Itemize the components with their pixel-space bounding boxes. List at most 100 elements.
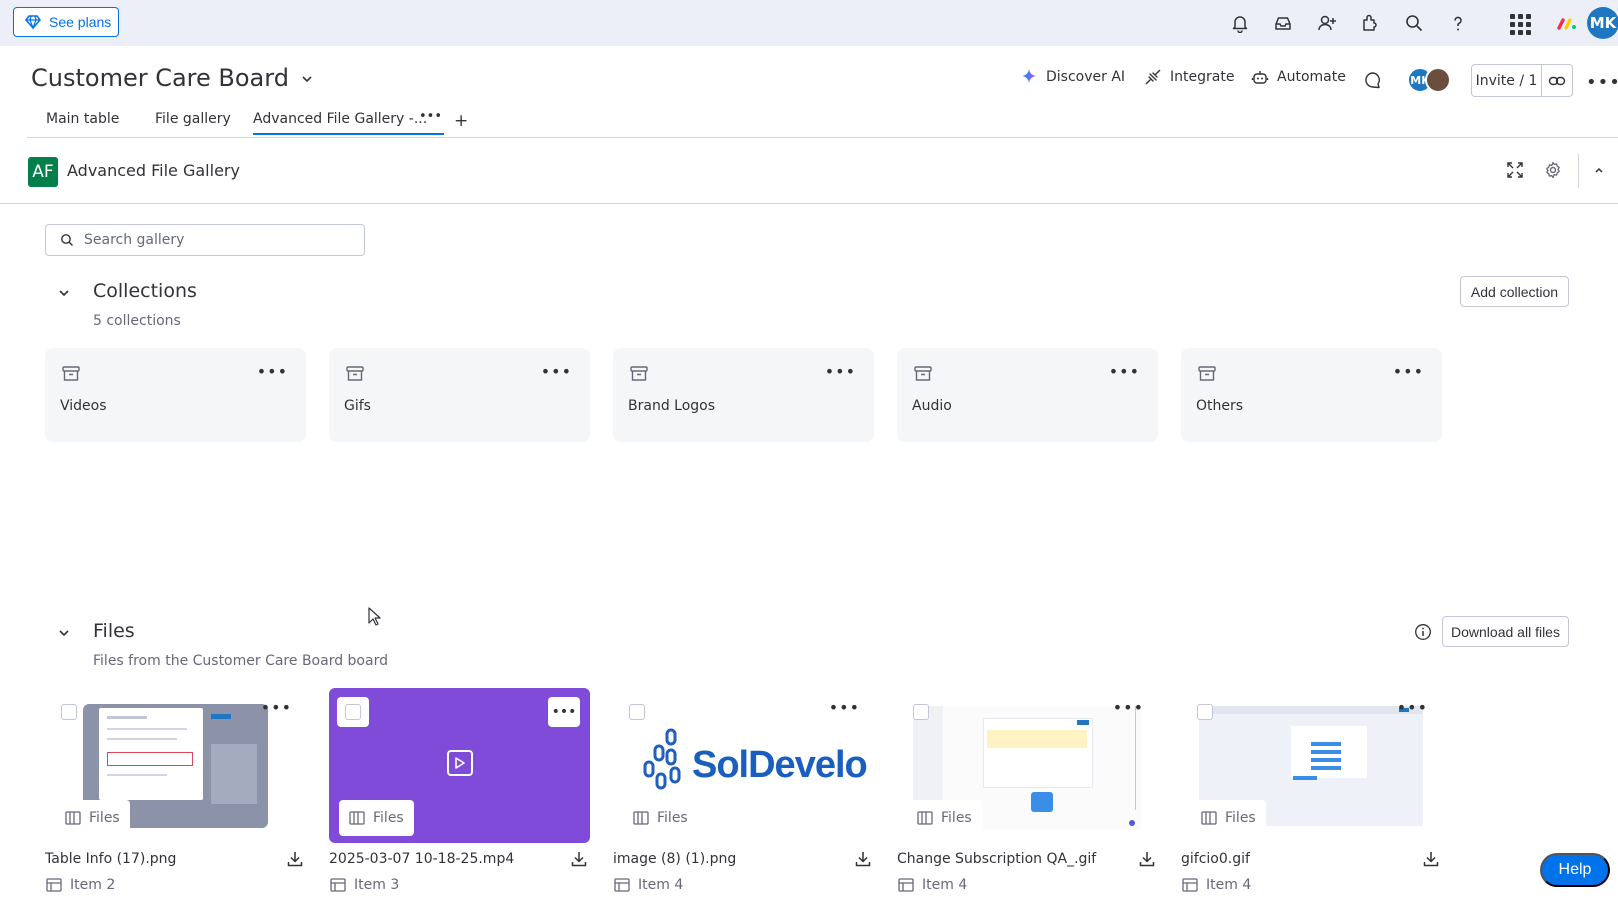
file-item-link[interactable]: Item 4: [898, 877, 967, 893]
files-column-chip: Files: [623, 800, 698, 836]
invite-button[interactable]: Invite / 1: [1472, 65, 1542, 96]
file-more-options-icon[interactable]: •••: [261, 698, 292, 717]
discover-ai-button[interactable]: Discover AI: [1020, 68, 1125, 86]
add-collection-button[interactable]: Add collection: [1460, 276, 1569, 307]
collection-more-options-icon[interactable]: •••: [825, 362, 856, 381]
fullscreen-icon[interactable]: [1506, 161, 1524, 179]
add-view-plus-icon[interactable]: +: [454, 111, 468, 131]
file-card[interactable]: ••• Files: [329, 688, 590, 843]
file-more-options-icon[interactable]: •••: [548, 697, 580, 727]
bell-icon[interactable]: [1228, 11, 1252, 35]
widget-title: Advanced File Gallery: [67, 161, 240, 180]
file-name[interactable]: gifcio0.gif: [1181, 851, 1250, 867]
collection-card[interactable]: ••• Videos: [45, 348, 306, 442]
file-item-link[interactable]: Item 4: [614, 877, 683, 893]
apps-grid-icon[interactable]: [1508, 12, 1532, 36]
tab-main-table[interactable]: Main table: [46, 111, 119, 127]
board-members-avatars[interactable]: MK: [1407, 67, 1455, 95]
board-title[interactable]: Customer Care Board: [31, 64, 289, 92]
file-item-link[interactable]: Item 3: [330, 877, 399, 893]
automate-button[interactable]: Automate: [1251, 68, 1346, 86]
copy-link-icon[interactable]: [1542, 65, 1572, 96]
collapse-chevron-up-icon[interactable]: [1592, 163, 1606, 177]
help-button[interactable]: Help: [1540, 853, 1610, 887]
file-name[interactable]: Change Subscription QA_.gif: [897, 851, 1096, 867]
user-avatar[interactable]: MK: [1587, 7, 1618, 39]
search-gallery-field[interactable]: [45, 224, 365, 256]
collection-card[interactable]: ••• Gifs: [329, 348, 590, 442]
file-select-checkbox[interactable]: [1197, 704, 1213, 720]
settings-gear-icon[interactable]: [1544, 161, 1562, 179]
board-title-chevron-down-icon[interactable]: [300, 72, 314, 86]
download-icon[interactable]: [854, 850, 872, 868]
download-icon[interactable]: [286, 850, 304, 868]
search-icon[interactable]: [1402, 11, 1426, 35]
files-column-chip: Files: [1191, 800, 1266, 836]
file-card[interactable]: SolDevelo ••• Files: [613, 688, 874, 843]
tab-file-gallery[interactable]: File gallery: [155, 111, 231, 127]
item-icon: [898, 878, 914, 892]
collection-name: Brand Logos: [628, 398, 716, 414]
soldevelo-logo-mark: [643, 728, 687, 792]
collection-name: Gifs: [344, 398, 371, 414]
monday-logo[interactable]: [1556, 13, 1578, 33]
search-gallery-input[interactable]: [84, 232, 334, 248]
integrate-button[interactable]: Integrate: [1144, 68, 1234, 86]
archive-box-icon: [913, 364, 933, 384]
tab-more-options-icon[interactable]: •••: [419, 109, 442, 124]
help-icon[interactable]: [1446, 11, 1470, 35]
file-more-options-icon[interactable]: •••: [829, 698, 860, 717]
download-all-files-button[interactable]: Download all files: [1442, 616, 1569, 647]
see-plans-button[interactable]: See plans: [13, 7, 119, 37]
file-name[interactable]: image (8) (1).png: [613, 851, 736, 867]
collection-card[interactable]: ••• Others: [1181, 348, 1442, 442]
file-card[interactable]: ••• Files: [897, 688, 1158, 843]
board-more-options-icon[interactable]: •••: [1586, 72, 1618, 93]
file-more-options-icon[interactable]: •••: [1397, 698, 1428, 717]
collection-more-options-icon[interactable]: •••: [257, 362, 288, 381]
archive-box-icon: [345, 364, 365, 384]
member-avatar-photo: [1425, 67, 1451, 93]
file-more-options-icon[interactable]: •••: [1113, 698, 1144, 717]
file-name[interactable]: Table Info (17).png: [45, 851, 176, 867]
chat-bubble-icon[interactable]: [1364, 71, 1382, 89]
file-name[interactable]: 2025-03-07 10-18-25.mp4: [329, 851, 514, 867]
integrate-icon: [1144, 68, 1162, 86]
collection-more-options-icon[interactable]: •••: [541, 362, 572, 381]
download-icon[interactable]: [1422, 850, 1440, 868]
file-select-checkbox[interactable]: [345, 704, 361, 720]
invite-members-icon[interactable]: [1315, 11, 1339, 35]
tab-advanced-file-gallery[interactable]: Advanced File Gallery -...: [253, 111, 427, 127]
collection-card[interactable]: ••• Brand Logos: [613, 348, 874, 442]
file-item-link[interactable]: Item 4: [1182, 877, 1251, 893]
archive-box-icon: [629, 364, 649, 384]
download-icon[interactable]: [1138, 850, 1156, 868]
apps-icon[interactable]: [1358, 11, 1382, 35]
file-card[interactable]: ••• Files: [45, 688, 306, 843]
sparkle-icon: [1020, 68, 1038, 86]
file-select-checkbox-wrap: [337, 697, 369, 727]
download-icon[interactable]: [570, 850, 588, 868]
info-icon[interactable]: [1414, 623, 1432, 641]
file-select-checkbox[interactable]: [61, 704, 77, 720]
item-icon: [614, 878, 630, 892]
files-subtitle: Files from the Customer Care Board board: [93, 653, 388, 669]
file-select-checkbox[interactable]: [913, 704, 929, 720]
collections-title: Collections: [93, 280, 197, 302]
files-column-icon: [917, 811, 933, 825]
file-card[interactable]: ••• Files: [1181, 688, 1442, 843]
active-tab-indicator: [253, 133, 444, 135]
inbox-icon[interactable]: [1271, 11, 1295, 35]
files-column-icon: [633, 811, 649, 825]
search-icon: [60, 233, 74, 247]
files-column-chip: Files: [907, 800, 982, 836]
files-collapse-chevron-icon[interactable]: [57, 626, 71, 640]
file-select-checkbox[interactable]: [629, 704, 645, 720]
see-plans-label: See plans: [49, 14, 112, 30]
files-column-icon: [349, 811, 365, 825]
collection-more-options-icon[interactable]: •••: [1393, 362, 1424, 381]
collection-more-options-icon[interactable]: •••: [1109, 362, 1140, 381]
collections-collapse-chevron-icon[interactable]: [57, 286, 71, 300]
file-item-link[interactable]: Item 2: [46, 877, 115, 893]
collection-card[interactable]: ••• Audio: [897, 348, 1158, 442]
